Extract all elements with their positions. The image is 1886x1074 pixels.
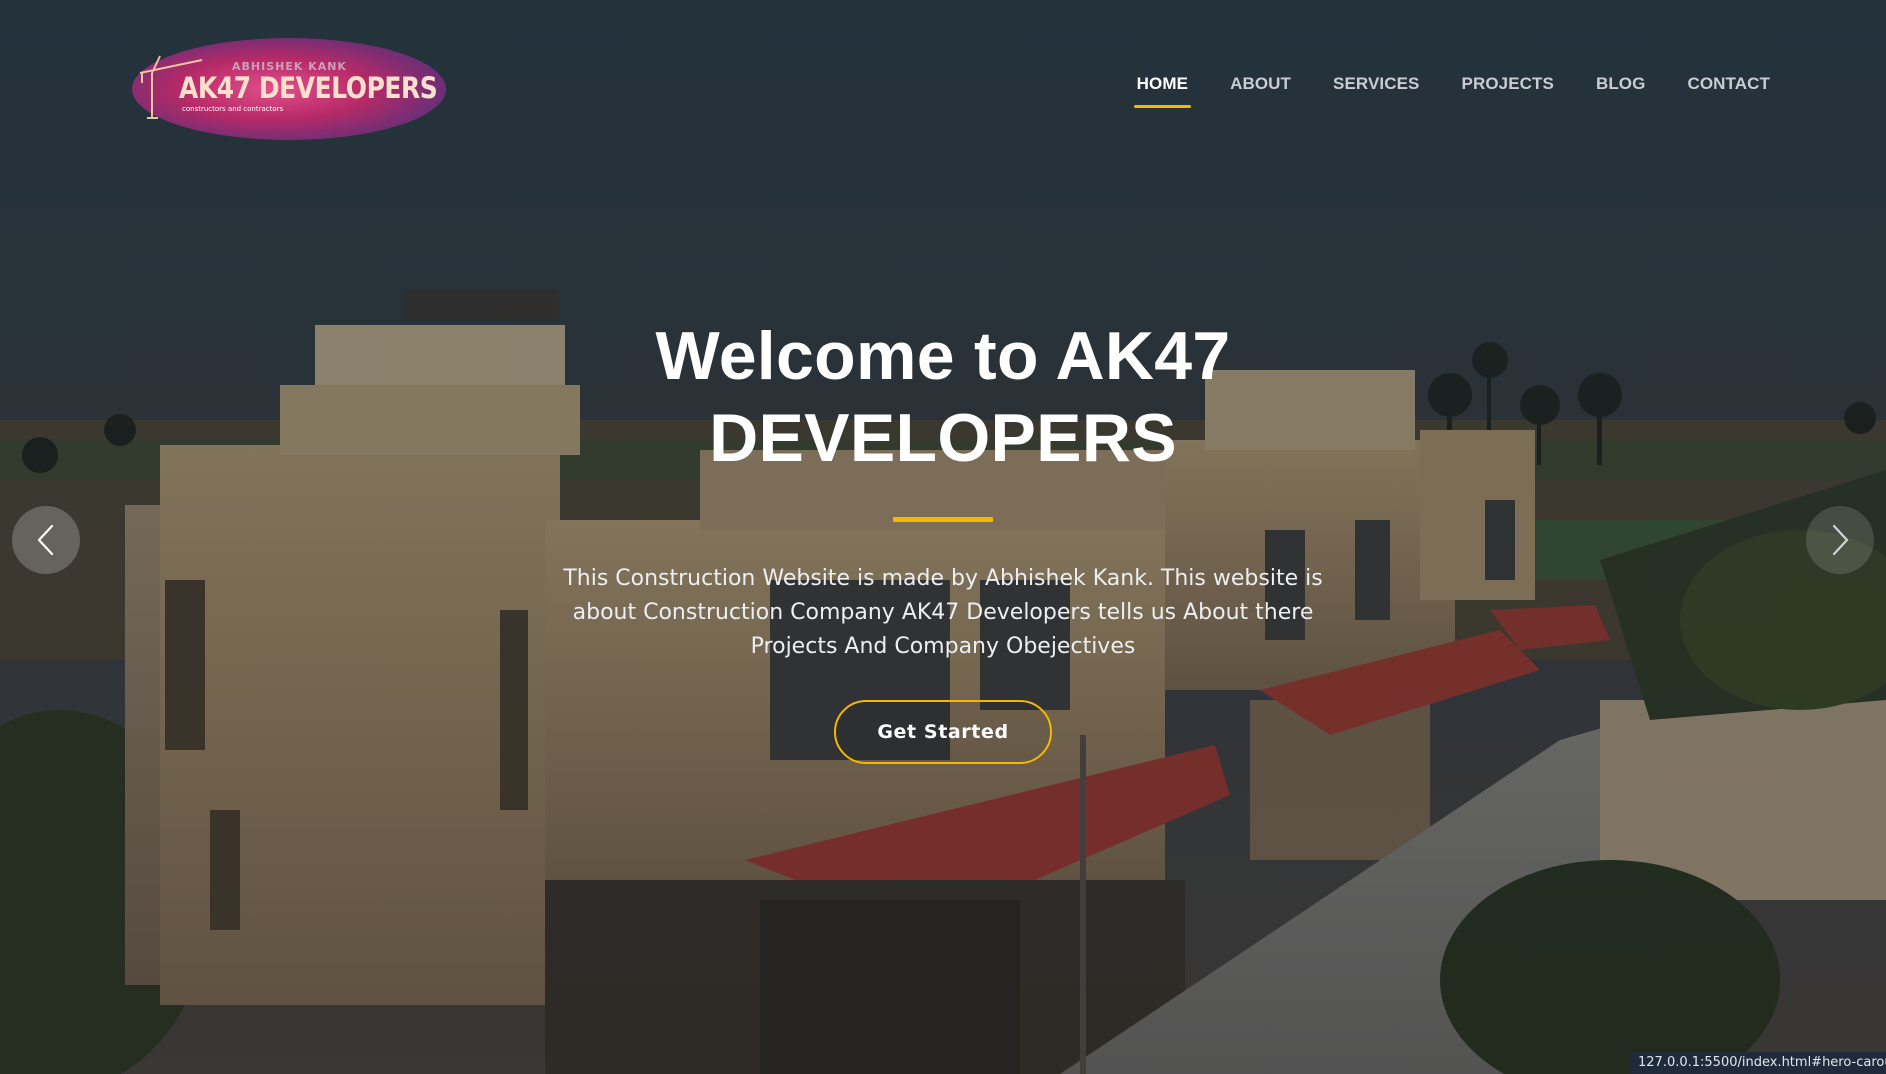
hero-title-line2: DEVELOPERS <box>709 400 1177 476</box>
main-navigation: HOME ABOUT SERVICES PROJECTS BLOG CONTAC… <box>1095 74 1770 108</box>
hero-content: Welcome to AK47 DEVELOPERS This Construc… <box>443 315 1443 764</box>
nav-home[interactable]: HOME <box>1133 74 1192 108</box>
nav-contact[interactable]: CONTACT <box>1687 74 1770 108</box>
hero-title-line1: Welcome to AK47 <box>655 318 1231 394</box>
nav-services[interactable]: SERVICES <box>1333 74 1419 108</box>
brand-tagline: constructors and contractors <box>182 105 284 113</box>
hero-title: Welcome to AK47 DEVELOPERS <box>443 315 1443 479</box>
chevron-left-icon <box>37 524 54 556</box>
chevron-right-icon <box>1832 524 1849 556</box>
get-started-button[interactable]: Get Started <box>834 700 1052 764</box>
nav-blog[interactable]: BLOG <box>1596 74 1646 108</box>
title-underline <box>893 517 993 522</box>
carousel-prev-button[interactable] <box>12 506 80 574</box>
carousel-next-button[interactable] <box>1806 506 1874 574</box>
status-bar-url: 127.0.0.1:5500/index.html#hero-carousel <box>1630 1052 1886 1074</box>
nav-projects[interactable]: PROJECTS <box>1462 74 1554 108</box>
brand-logo[interactable]: ABHISHEK KANK AK47 DEVELOPERS constructo… <box>132 38 446 140</box>
brand-name: AK47 DEVELOPERS <box>179 71 438 105</box>
hero-description: This Construction Website is made by Abh… <box>563 566 1323 659</box>
nav-about[interactable]: ABOUT <box>1230 74 1291 108</box>
